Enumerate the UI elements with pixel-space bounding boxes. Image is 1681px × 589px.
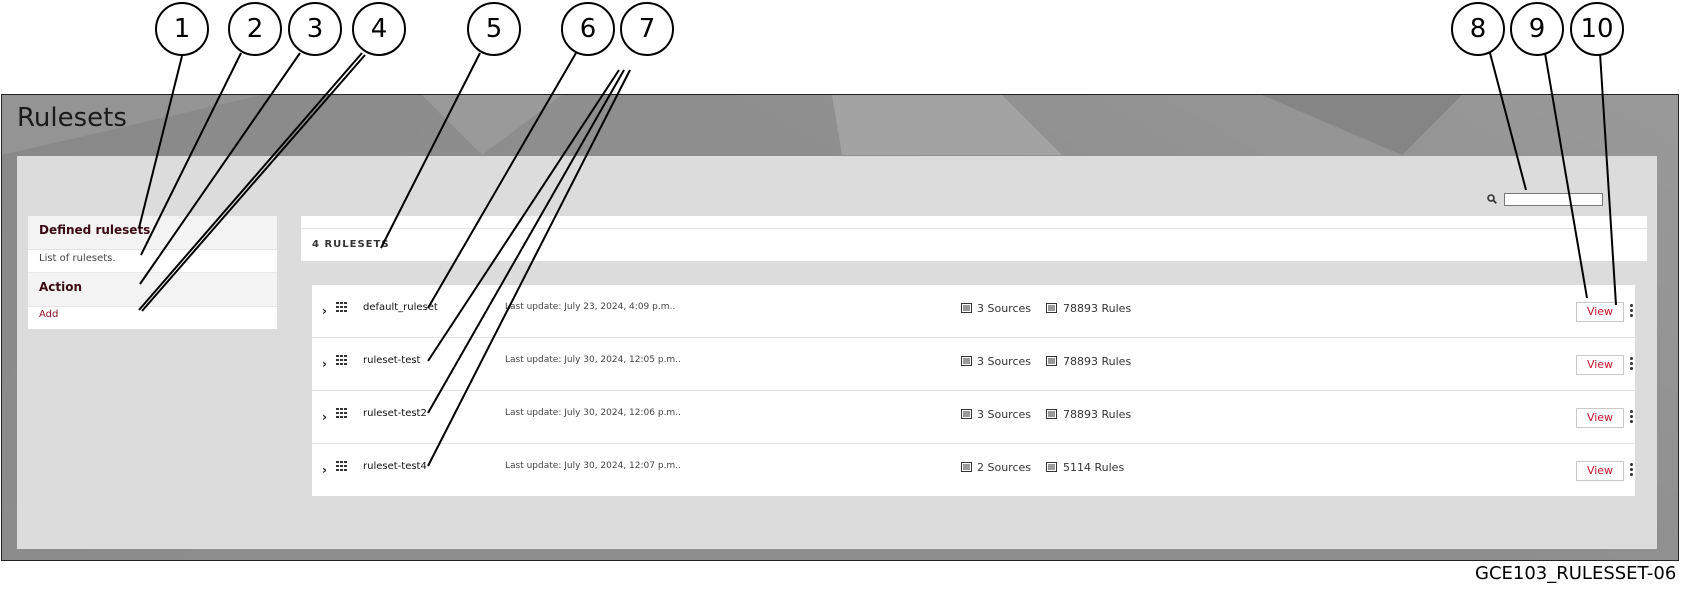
svg-text:9: 9 bbox=[1529, 14, 1546, 44]
ruleset-count-bar: 4 RULESETS bbox=[301, 216, 1647, 261]
expand-chevron-icon[interactable]: › bbox=[322, 410, 327, 424]
svg-text:5: 5 bbox=[486, 14, 503, 44]
callout-5: 5 bbox=[467, 2, 521, 56]
sidebar-heading-action: Action bbox=[28, 273, 277, 307]
expand-chevron-icon[interactable]: › bbox=[322, 304, 327, 318]
search-input[interactable] bbox=[1504, 193, 1603, 206]
ruleset-name: default_ruleset bbox=[363, 302, 438, 313]
table-row: › default_ruleset Last update: July 23, … bbox=[312, 285, 1635, 338]
sources-list-icon bbox=[961, 303, 972, 313]
ruleset-count: 4 RULESETS bbox=[312, 239, 390, 250]
table-row: › ruleset-test Last update: July 30, 202… bbox=[312, 338, 1635, 391]
table-row: › ruleset-test4 Last update: July 30, 20… bbox=[312, 444, 1635, 496]
svg-text:8: 8 bbox=[1470, 14, 1487, 44]
svg-text:3: 3 bbox=[307, 14, 324, 44]
svg-text:2: 2 bbox=[247, 14, 264, 44]
document-id: GCE103_RULESSET-06 bbox=[1475, 563, 1677, 584]
callout-10: 10 bbox=[1570, 2, 1624, 56]
sources-count: 3 Sources bbox=[977, 355, 1032, 368]
sources-count: 2 Sources bbox=[977, 461, 1032, 474]
svg-text:10: 10 bbox=[1580, 14, 1613, 44]
sources-count: 3 Sources bbox=[977, 408, 1032, 421]
page-title: Rulesets bbox=[17, 103, 127, 133]
rules-list-icon bbox=[1046, 303, 1057, 313]
grid-icon bbox=[336, 408, 347, 418]
expand-chevron-icon[interactable]: › bbox=[322, 357, 327, 371]
grid-icon bbox=[336, 302, 347, 312]
search-icon bbox=[1487, 194, 1497, 204]
callout-8: 8 bbox=[1451, 2, 1505, 56]
callout-3: 3 bbox=[288, 2, 342, 56]
sidebar-description: List of rulesets. bbox=[28, 250, 277, 273]
sources-list-icon bbox=[961, 462, 972, 472]
grid-icon bbox=[336, 461, 347, 471]
expand-chevron-icon[interactable]: › bbox=[322, 463, 327, 477]
last-update: Last update: July 30, 2024, 12:05 p.m.. bbox=[505, 355, 681, 365]
rules-count: 78893 Rules bbox=[1063, 355, 1132, 368]
ruleset-name: ruleset-test bbox=[363, 355, 421, 366]
add-ruleset-link[interactable]: Add bbox=[28, 307, 277, 329]
svg-text:4: 4 bbox=[371, 14, 388, 44]
grid-icon bbox=[336, 355, 347, 365]
rules-count: 78893 Rules bbox=[1063, 408, 1132, 421]
svg-text:1: 1 bbox=[174, 14, 191, 44]
callout-1: 1 bbox=[155, 2, 209, 56]
view-button[interactable]: View bbox=[1576, 355, 1624, 375]
rules-count: 78893 Rules bbox=[1063, 302, 1132, 315]
more-options-icon[interactable] bbox=[1630, 356, 1634, 372]
app-window: Rulesets Defined rulesets List of rulese… bbox=[1, 94, 1679, 561]
svg-text:6: 6 bbox=[580, 14, 597, 44]
view-button[interactable]: View bbox=[1576, 302, 1624, 322]
more-options-icon[interactable] bbox=[1630, 409, 1634, 425]
last-update: Last update: July 30, 2024, 12:06 p.m.. bbox=[505, 408, 681, 418]
ruleset-name: ruleset-test4 bbox=[363, 461, 427, 472]
rules-list-icon bbox=[1046, 356, 1057, 366]
sidebar: Defined rulesets List of rulesets. Actio… bbox=[28, 216, 277, 329]
callout-4: 4 bbox=[352, 2, 406, 56]
view-button[interactable]: View bbox=[1576, 461, 1624, 481]
more-options-icon[interactable] bbox=[1630, 303, 1634, 319]
last-update: Last update: July 23, 2024, 4:09 p.m.. bbox=[505, 302, 676, 312]
sources-count: 3 Sources bbox=[977, 302, 1032, 315]
sources-list-icon bbox=[961, 409, 972, 419]
callout-2: 2 bbox=[228, 2, 282, 56]
more-options-icon[interactable] bbox=[1630, 462, 1634, 478]
view-button[interactable]: View bbox=[1576, 408, 1624, 428]
callout-9: 9 bbox=[1510, 2, 1564, 56]
svg-text:7: 7 bbox=[639, 14, 656, 44]
last-update: Last update: July 30, 2024, 12:07 p.m.. bbox=[505, 461, 681, 471]
table-row: › ruleset-test2 Last update: July 30, 20… bbox=[312, 391, 1635, 444]
rules-list-icon bbox=[1046, 462, 1057, 472]
rules-count: 5114 Rules bbox=[1063, 461, 1125, 474]
ruleset-name: ruleset-test2 bbox=[363, 408, 427, 419]
ruleset-list: › default_ruleset Last update: July 23, … bbox=[312, 285, 1635, 496]
sidebar-heading-defined-rulesets: Defined rulesets bbox=[28, 216, 277, 250]
callout-7: 7 bbox=[620, 2, 674, 56]
rules-list-icon bbox=[1046, 409, 1057, 419]
sources-list-icon bbox=[961, 356, 972, 366]
callout-6: 6 bbox=[561, 2, 615, 56]
